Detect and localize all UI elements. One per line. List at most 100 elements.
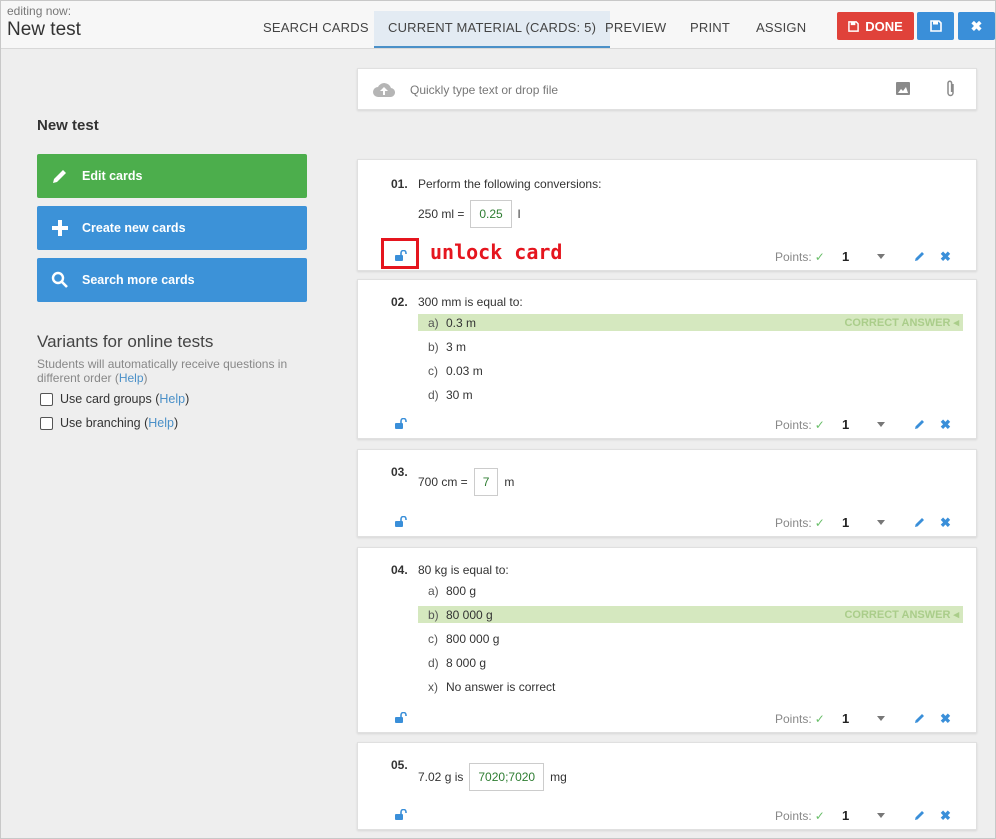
answer-field[interactable]: 7: [473, 468, 499, 496]
points-value[interactable]: 1: [842, 808, 849, 823]
close-icon[interactable]: ✖: [940, 249, 951, 265]
card-question: Perform the following conversions:: [418, 177, 602, 191]
search-icon: [37, 271, 82, 289]
use-branching-option[interactable]: Use branching (Help): [40, 416, 178, 430]
option-text: 8 000 g: [446, 655, 487, 670]
unlock-icon[interactable]: [395, 712, 407, 723]
editing-title: New test: [7, 19, 81, 40]
option-x: x) No answer is correct: [428, 679, 556, 694]
close-icon[interactable]: ✖: [940, 808, 951, 824]
points-label: Points: ✓: [775, 418, 825, 432]
answer-field[interactable]: 0.25: [470, 200, 512, 228]
edit-icon[interactable]: [914, 713, 925, 724]
close-icon[interactable]: ✖: [940, 417, 951, 433]
editing-label: editing now:: [7, 4, 72, 18]
conversion-unit: l: [517, 207, 521, 221]
tab-assign[interactable]: ASSIGN: [756, 11, 806, 48]
card-question: 80 kg is equal to:: [418, 563, 509, 577]
paperclip-icon[interactable]: [946, 80, 956, 97]
chevron-down-icon[interactable]: [877, 520, 885, 525]
points-value[interactable]: 1: [842, 249, 849, 264]
chevron-down-icon[interactable]: [877, 716, 885, 721]
done-button[interactable]: DONE: [837, 12, 914, 40]
card-number: 05.: [391, 758, 408, 772]
variants-description: Students will automatically receive ques…: [37, 357, 288, 385]
chevron-down-icon[interactable]: [877, 422, 885, 427]
option-a: a) 0.3 m CORRECT ANSWER ◂: [418, 314, 963, 331]
card-number: 03.: [391, 465, 408, 479]
close-icon: ✖: [970, 17, 983, 34]
points-value[interactable]: 1: [842, 417, 849, 432]
card-04: 04. 80 kg is equal to: a) 800 g b) 80 00…: [357, 547, 977, 733]
option-text: 30 m: [446, 387, 473, 402]
help-link[interactable]: Help: [119, 371, 144, 385]
card-footer: Points: ✓ 1 ✖: [358, 801, 976, 829]
correct-answer-badge: CORRECT ANSWER ◂: [844, 317, 959, 329]
close-icon[interactable]: ✖: [940, 515, 951, 531]
conversion-unit: m: [504, 475, 515, 489]
chevron-down-icon[interactable]: [877, 254, 885, 259]
card-conversion-row: 7.02 g is 7020;7020 mg: [418, 763, 567, 791]
tab-current-material[interactable]: CURRENT MATERIAL (CARDS: 5): [374, 11, 611, 48]
chevron-down-icon[interactable]: [877, 813, 885, 818]
unlock-icon[interactable]: [395, 809, 407, 820]
edit-cards-button[interactable]: Edit cards: [37, 154, 307, 198]
create-new-cards-label: Create new cards: [82, 221, 186, 235]
card-02: 02. 300 mm is equal to: a) 0.3 m CORRECT…: [357, 279, 977, 439]
card-conversion-row: 700 cm = 7 m: [418, 468, 514, 496]
use-card-groups-checkbox[interactable]: [40, 392, 53, 406]
unlock-annotation-label: unlock card: [430, 240, 563, 264]
unlock-icon[interactable]: [395, 418, 407, 429]
card-number: 04.: [391, 563, 408, 577]
help-link[interactable]: Help: [148, 416, 174, 430]
points-label: Points: ✓: [775, 809, 825, 823]
option-text: 800 g: [446, 583, 477, 598]
done-label: DONE: [865, 18, 903, 34]
points-label: Points: ✓: [775, 250, 825, 264]
points-value[interactable]: 1: [842, 515, 849, 530]
option-text: 0.03 m: [446, 363, 483, 378]
option-text: 3 m: [446, 339, 467, 354]
option-text: 800 000 g: [446, 631, 500, 646]
card-number: 02.: [391, 295, 408, 309]
edit-icon[interactable]: [914, 251, 925, 262]
card-footer: Points: ✓ 1 ✖: [358, 508, 976, 536]
card-05: 05. 7.02 g is 7020;7020 mg Points: ✓ 1 ✖: [357, 742, 977, 830]
unlock-icon[interactable]: [395, 516, 407, 527]
tab-print[interactable]: PRINT: [690, 11, 730, 48]
points-label: Points: ✓: [775, 712, 825, 726]
edit-icon[interactable]: [914, 810, 925, 821]
option-text: 80 000 g: [446, 607, 493, 622]
answer-field[interactable]: 7020;7020: [469, 763, 545, 791]
close-button[interactable]: ✖: [958, 12, 995, 40]
save-button[interactable]: [917, 12, 954, 40]
option-c: c) 0.03 m: [428, 363, 483, 378]
cloud-upload-icon: [373, 83, 396, 98]
use-branching-checkbox[interactable]: [40, 416, 53, 430]
close-icon[interactable]: ✖: [940, 711, 951, 727]
unlock-annotation-box: [381, 238, 419, 269]
search-more-cards-button[interactable]: Search more cards: [37, 258, 307, 302]
card-question: 300 mm is equal to:: [418, 295, 523, 309]
option-d: d) 8 000 g: [428, 655, 487, 670]
use-card-groups-label: Use card groups: [60, 392, 152, 406]
variants-title: Variants for online tests: [37, 332, 214, 351]
edit-cards-label: Edit cards: [82, 169, 143, 183]
option-d: d) 30 m: [428, 387, 473, 402]
create-new-cards-button[interactable]: Create new cards: [37, 206, 307, 250]
edit-icon[interactable]: [914, 419, 925, 430]
quick-input-box[interactable]: Quickly type text or drop file: [357, 68, 977, 110]
use-branching-label: Use branching: [60, 416, 141, 430]
tab-preview[interactable]: PREVIEW: [605, 11, 666, 48]
card-footer: Points: ✓ 1 ✖: [358, 410, 976, 438]
left-panel-title: New test: [37, 117, 99, 134]
use-card-groups-option[interactable]: Use card groups (Help): [40, 392, 189, 406]
tab-search-cards[interactable]: SEARCH CARDS: [263, 11, 369, 48]
edit-icon[interactable]: [914, 517, 925, 528]
option-text: No answer is correct: [446, 679, 556, 694]
help-link[interactable]: Help: [159, 392, 185, 406]
card-number: 01.: [391, 177, 408, 191]
search-more-cards-label: Search more cards: [82, 273, 195, 287]
points-value[interactable]: 1: [842, 711, 849, 726]
image-icon[interactable]: [896, 82, 910, 95]
